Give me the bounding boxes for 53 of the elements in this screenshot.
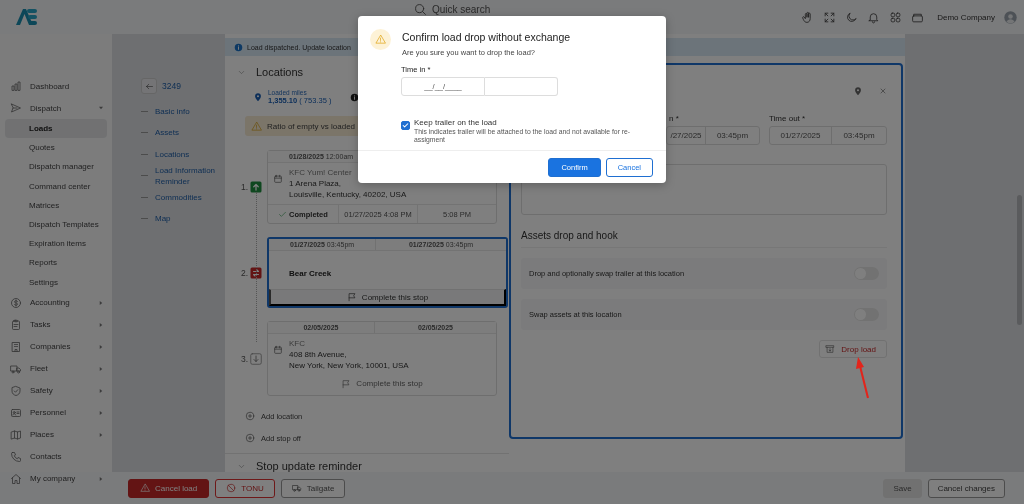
section-link[interactable]: Basic info: [155, 106, 190, 118]
sidebar-item[interactable]: Places: [0, 423, 112, 446]
sidebar-subitem[interactable]: Loads: [5, 119, 107, 139]
sidebar-subitem[interactable]: Dispatch Templates: [5, 214, 107, 235]
sidebar-item[interactable]: Tasks: [0, 313, 112, 336]
sidebar-item[interactable]: Dashboard: [0, 75, 112, 97]
section-title: Locations: [256, 66, 304, 78]
warning-text: Ratio of empty vs loaded: [267, 121, 356, 131]
sidebar-subitem[interactable]: Settings: [5, 272, 107, 292]
location-name: KFC: [289, 338, 306, 349]
checkbox-label: Keep trailer on the load: [414, 118, 498, 127]
action-button[interactable]: TONU: [215, 478, 275, 498]
sidebar-subitem[interactable]: Quotes: [5, 138, 107, 158]
field-label: n *: [668, 114, 680, 123]
stop-number: 2.: [240, 267, 248, 278]
section-link[interactable]: Map: [155, 213, 171, 225]
sidebar-item[interactable]: My company: [0, 467, 112, 490]
sidebar-item[interactable]: Contacts: [0, 445, 112, 468]
stop-number: 3.: [240, 353, 248, 364]
action-button[interactable]: Cancel load: [128, 478, 210, 498]
section-link[interactable]: Load Information Reminder: [155, 164, 225, 187]
sidebar-subitem[interactable]: Dispatch manager: [5, 157, 107, 177]
address-line: New York, New York, 10001, USA: [289, 360, 409, 371]
sidebar-subitem[interactable]: Matrices: [5, 195, 107, 215]
field-label: Time out *: [769, 114, 807, 123]
sidebar-item[interactable]: Accounting: [0, 291, 112, 314]
address-line: 1 Arena Plaza,: [289, 178, 343, 189]
drop-load-button[interactable]: Drop load: [819, 340, 887, 358]
load-number: 3249: [162, 81, 181, 91]
section-link[interactable]: Locations: [155, 148, 190, 160]
search-field[interactable]: Quick search: [44, 4, 802, 15]
sidebar-subitem[interactable]: Expiration items: [5, 234, 107, 254]
sidebar-item[interactable]: Dispatch: [0, 97, 112, 119]
section-title: Stop update reminder: [256, 460, 362, 472]
section-link[interactable]: Commodities: [155, 192, 202, 204]
address-line: Louisville, Kentucky, 40202, USA: [289, 189, 407, 200]
sidebar-item[interactable]: Safety: [0, 379, 112, 402]
action-button[interactable]: Tailgate: [280, 478, 346, 498]
location-name: Bear Creek: [289, 269, 332, 278]
dialog-title: Confirm load drop without exchange: [402, 31, 571, 43]
sidebar-item[interactable]: Personnel: [0, 401, 112, 424]
address-line: 408 8th Avenue,: [289, 349, 348, 360]
section-link[interactable]: Assets: [155, 127, 179, 139]
sidebar-subitem[interactable]: Reports: [5, 253, 107, 273]
section-title: Assets drop and hook: [521, 230, 887, 248]
sidebar-item[interactable]: Fleet: [0, 357, 112, 380]
action-button[interactable]: Cancel changes: [927, 478, 1005, 498]
complete-stop-button[interactable]: Complete this stop: [269, 289, 506, 306]
sidebar-subitem[interactable]: Command center: [5, 176, 107, 196]
complete-stop-button[interactable]: Complete this stop: [268, 375, 496, 392]
stop-number: 1.: [240, 182, 248, 192]
sidebar-item[interactable]: Companies: [0, 335, 112, 358]
company-name[interactable]: Demo Company: [937, 12, 995, 22]
